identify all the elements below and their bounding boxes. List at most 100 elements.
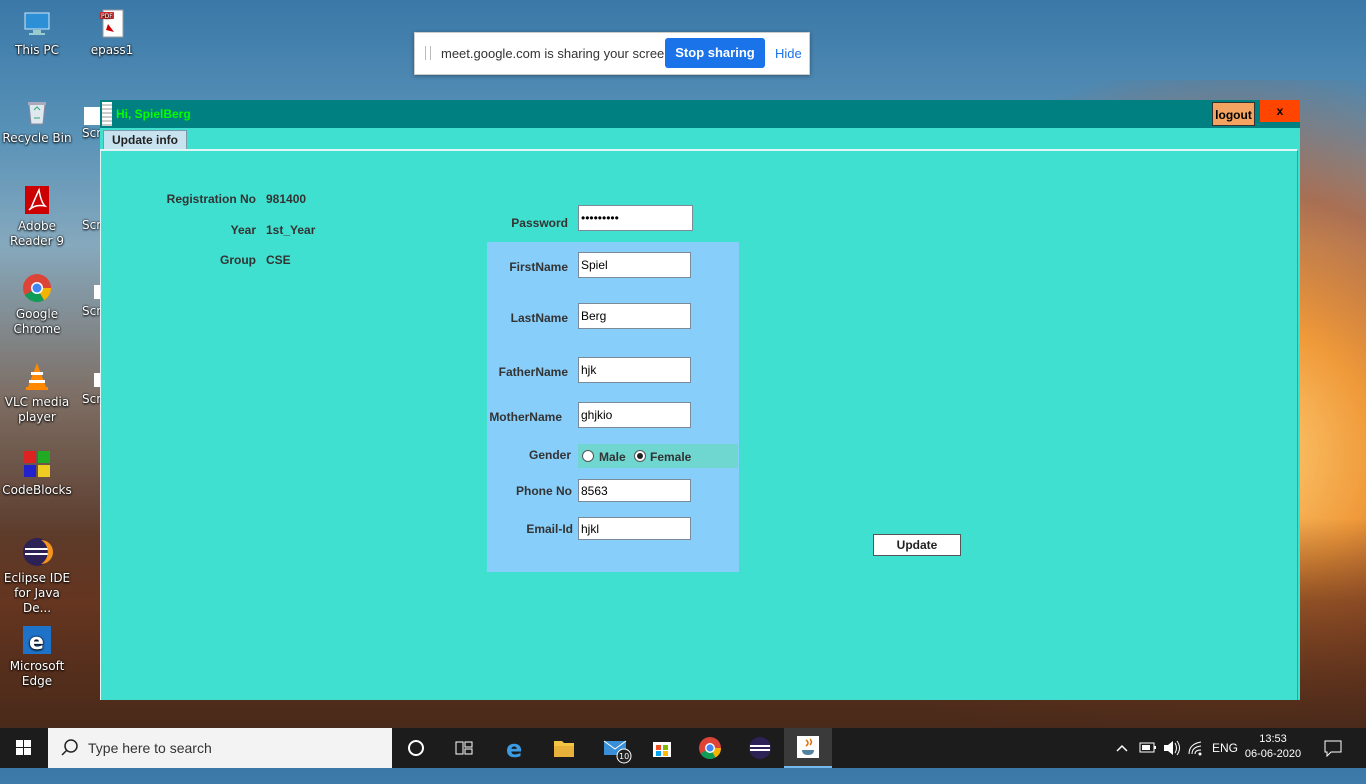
desktop-icon-label: Scr	[82, 218, 102, 232]
drag-handle[interactable]	[102, 102, 112, 126]
desktop-icon-label: Eclipse IDE for Java De...	[3, 571, 71, 615]
password-field[interactable]	[578, 205, 693, 231]
desktop-icon-eclipse[interactable]: Eclipse IDE for Java De...	[0, 536, 74, 616]
update-button[interactable]: Update	[873, 534, 961, 556]
gender-female-label[interactable]: Female	[650, 450, 691, 464]
app-window: Hi, SpielBerg logout x Update info Regis…	[100, 100, 1300, 700]
wifi-icon[interactable]	[1186, 728, 1206, 768]
gender-female-radio[interactable]	[634, 450, 646, 462]
group-value: CSE	[266, 253, 291, 267]
chrome-icon	[23, 274, 51, 302]
vlc-cone-icon	[26, 363, 48, 390]
year-label: Year	[230, 223, 256, 237]
desktop-icon-this-pc[interactable]: This PC	[0, 8, 74, 58]
desktop-icon-label: CodeBlocks	[2, 483, 72, 497]
file-explorer-icon[interactable]	[544, 732, 584, 764]
email-label: Email-Id	[526, 522, 573, 536]
desktop-icon-epass1[interactable]: PDF epass1	[75, 8, 149, 58]
fathername-field[interactable]	[578, 357, 691, 383]
desktop-icon-partial[interactable]: Scr	[82, 106, 102, 146]
language-indicator[interactable]: ENG	[1212, 728, 1238, 768]
desktop-icon-label: Microsoft Edge	[9, 659, 65, 688]
desktop-icon-partial[interactable]: Scr	[82, 204, 102, 244]
share-message: meet.google.com is sharing your screen.	[441, 46, 676, 61]
screen-share-banner: meet.google.com is sharing your screen. …	[414, 32, 810, 75]
fathername-label: FatherName	[498, 365, 568, 379]
email-field[interactable]	[578, 517, 691, 540]
tab-update-info[interactable]: Update info	[103, 130, 187, 150]
drag-handle[interactable]	[425, 46, 431, 60]
computer-icon	[24, 12, 50, 35]
phone-label: Phone No	[516, 484, 572, 498]
registration-value: 981400	[266, 192, 307, 206]
svg-text:PDF: PDF	[101, 13, 113, 20]
desktop-icon-codeblocks[interactable]: CodeBlocks	[0, 448, 74, 498]
mothername-field[interactable]	[578, 402, 691, 428]
desktop-icon-label: Google Chrome	[13, 307, 61, 336]
desktop-icon-adobe-reader[interactable]: Adobe Reader 9	[0, 184, 74, 249]
edge-taskbar-icon[interactable]: e	[496, 732, 536, 764]
store-icon[interactable]	[642, 732, 682, 764]
chrome-taskbar-icon[interactable]	[690, 732, 730, 764]
recycle-bin-icon	[28, 102, 46, 125]
task-view-icon[interactable]	[444, 732, 484, 764]
desktop-icon-label: This PC	[15, 43, 59, 57]
hide-button[interactable]: Hide	[775, 46, 802, 61]
firstname-label: FirstName	[509, 260, 568, 274]
eclipse-taskbar-icon[interactable]	[740, 732, 780, 764]
file-icon	[84, 107, 100, 125]
clock-time: 13:53	[1259, 733, 1287, 745]
pdf-file-icon: PDF	[100, 9, 124, 38]
desktop-icon-google-chrome[interactable]: Google Chrome	[0, 272, 74, 337]
gender-label: Gender	[528, 448, 571, 462]
password-label: Password	[511, 216, 568, 230]
mail-badge: 10	[619, 752, 629, 761]
show-hidden-icons[interactable]	[1114, 728, 1130, 768]
clock[interactable]: 13:53 06-06-2020	[1238, 732, 1308, 762]
phone-field[interactable]	[578, 479, 691, 502]
gender-male-radio[interactable]	[582, 450, 594, 462]
desktop-icon-vlc[interactable]: VLC media player	[0, 360, 74, 425]
lastname-field[interactable]	[578, 303, 691, 329]
svg-text:e: e	[29, 630, 44, 655]
taskbar: Type here to search e 10 ENG 13:53 06-06…	[0, 728, 1366, 768]
gender-male-label[interactable]: Male	[599, 450, 626, 464]
windows-logo-icon	[16, 740, 31, 755]
desktop-icon-partial[interactable]: Scr	[82, 372, 102, 412]
action-center-icon[interactable]	[1322, 728, 1344, 768]
start-button[interactable]	[0, 728, 48, 768]
mail-icon[interactable]: 10	[596, 732, 636, 764]
cortana-icon[interactable]	[396, 732, 436, 764]
svg-text:e: e	[506, 735, 522, 763]
volume-icon[interactable]	[1162, 728, 1182, 768]
logout-button[interactable]: logout	[1212, 102, 1255, 126]
taskbar-search[interactable]: Type here to search	[48, 728, 392, 768]
app-titlebar: Hi, SpielBerg logout x	[100, 100, 1300, 128]
registration-label: Registration No	[166, 192, 256, 206]
java-icon	[797, 736, 819, 758]
year-value: 1st_Year	[266, 223, 316, 237]
clock-date: 06-06-2020	[1244, 748, 1302, 760]
file-icon	[94, 373, 100, 387]
desktop-icon-partial[interactable]: Scr	[82, 284, 102, 324]
desktop-icon-label: Scr	[82, 392, 102, 406]
group-label: Group	[220, 253, 256, 267]
close-button[interactable]: x	[1260, 100, 1300, 122]
file-icon	[94, 285, 100, 299]
desktop-icon-edge[interactable]: e Microsoft Edge	[0, 624, 74, 689]
search-placeholder: Type here to search	[88, 740, 212, 756]
lastname-label: LastName	[510, 311, 568, 325]
adobe-reader-icon	[25, 186, 49, 214]
mothername-label: MotherName	[489, 410, 562, 424]
stop-sharing-button[interactable]: Stop sharing	[665, 38, 765, 68]
desktop-icon-recycle-bin[interactable]: Recycle Bin	[0, 96, 74, 146]
eclipse-icon	[23, 538, 53, 566]
firstname-field[interactable]	[578, 252, 691, 278]
desktop-icon-label: Scr	[82, 126, 102, 140]
java-app-taskbar-button[interactable]	[784, 728, 832, 768]
search-icon	[61, 739, 78, 756]
battery-icon[interactable]	[1138, 728, 1158, 768]
desktop-icon-label: epass1	[90, 43, 134, 57]
desktop-icon-label: Scr	[82, 304, 102, 318]
greeting-text: Hi, SpielBerg	[116, 107, 191, 121]
